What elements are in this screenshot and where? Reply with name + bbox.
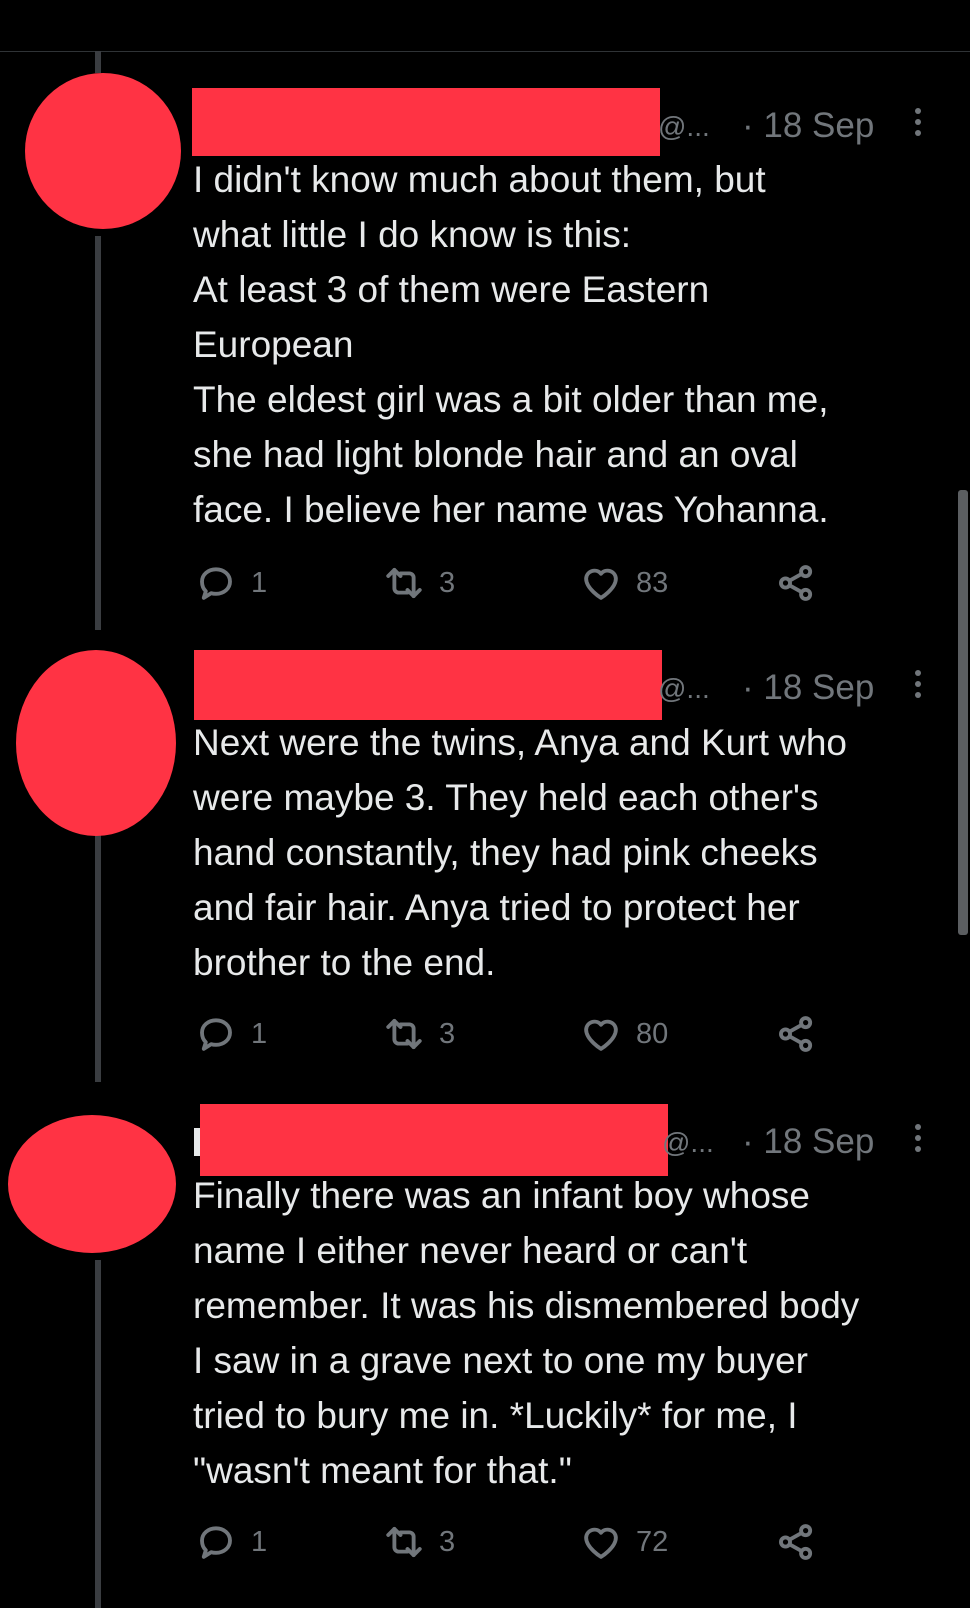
tweet-actions: 1 3 72 [195, 1522, 835, 1562]
heart-icon [584, 1527, 618, 1559]
like-button[interactable]: 72 [580, 1522, 668, 1562]
more-options-icon[interactable] [913, 1124, 923, 1158]
share-button[interactable] [775, 1522, 817, 1562]
reply-icon [200, 1526, 232, 1559]
reply-button[interactable]: 1 [195, 1522, 267, 1562]
share-icon [779, 1524, 813, 1560]
retweet-count: 3 [439, 1526, 456, 1558]
retweet-button[interactable]: 3 [383, 1522, 455, 1562]
avatar[interactable] [8, 1115, 176, 1253]
tweet-handle[interactable]: @... [662, 1126, 714, 1160]
reply-count: 1 [251, 1526, 268, 1558]
redacted-display-name[interactable] [200, 1104, 668, 1176]
tweet-date[interactable]: · 18 Sep [742, 1122, 874, 1162]
like-count: 72 [636, 1526, 669, 1558]
tweet[interactable]: @... · 18 Sep Finally there was an infan… [0, 0, 970, 1608]
tweet-text: Finally there was an infant boy whose na… [193, 1175, 860, 1491]
retweet-icon [386, 1526, 422, 1558]
